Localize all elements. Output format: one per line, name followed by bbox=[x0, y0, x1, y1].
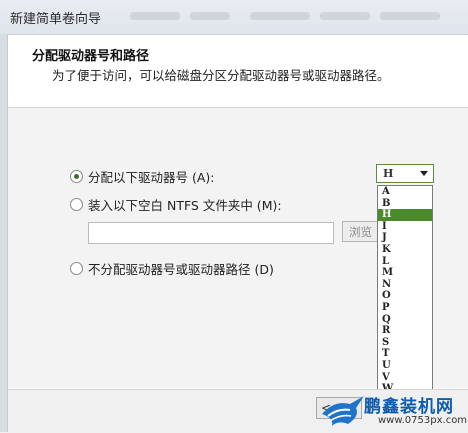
mount-folder-radio[interactable] bbox=[70, 198, 83, 211]
page-title: 分配驱动器号和路径 bbox=[32, 49, 150, 64]
blurred-title-segment bbox=[250, 12, 310, 20]
wizard-header: 分配驱动器号和路径 为了便于访问，可以给磁盘分区分配驱动器号或驱动器路径。 bbox=[8, 35, 468, 108]
page-subtitle: 为了便于访问，可以给磁盘分区分配驱动器号或驱动器路径。 bbox=[52, 68, 390, 83]
drive-letter-select[interactable]: H bbox=[376, 164, 434, 183]
assign-letter-option[interactable]: 分配以下驱动器号 (A): bbox=[70, 167, 215, 186]
drive-letter-option[interactable]: H bbox=[378, 209, 432, 221]
drive-letter-option[interactable]: B bbox=[378, 198, 432, 210]
drive-letter-option[interactable]: A bbox=[378, 186, 432, 198]
drive-letter-option[interactable]: R bbox=[378, 325, 432, 337]
drive-letter-option[interactable]: M bbox=[378, 267, 432, 279]
drive-letter-option[interactable]: S bbox=[378, 337, 432, 349]
drive-letter-option[interactable]: U bbox=[378, 360, 432, 372]
watermark-name: 鹏鑫装机网 bbox=[364, 397, 454, 417]
blurred-title-segment bbox=[380, 12, 440, 20]
drive-letter-option[interactable]: K bbox=[378, 244, 432, 256]
drive-letter-option[interactable]: J bbox=[378, 232, 432, 244]
drive-letter-value: H bbox=[383, 167, 394, 180]
no-assign-label: 不分配驱动器号或驱动器路径 (D) bbox=[88, 262, 274, 277]
drive-letter-option[interactable]: Q bbox=[378, 314, 432, 326]
no-assign-radio[interactable] bbox=[70, 262, 83, 275]
drive-letter-option[interactable]: P bbox=[378, 302, 432, 314]
watermark-url: www.0753px.com bbox=[378, 415, 468, 426]
blurred-title-segment bbox=[130, 12, 180, 20]
chevron-down-icon[interactable] bbox=[420, 171, 428, 176]
window-title: 新建简单卷向导 bbox=[10, 12, 102, 27]
blurred-title-segment bbox=[320, 12, 370, 20]
mount-folder-label: 装入以下空白 NTFS 文件夹中 (M): bbox=[88, 198, 282, 213]
title-bar: 新建简单卷向导 bbox=[0, 0, 468, 35]
no-assign-option[interactable]: 不分配驱动器号或驱动器路径 (D) bbox=[70, 259, 274, 278]
drive-letter-option[interactable]: N bbox=[378, 279, 432, 291]
drive-letter-option[interactable]: O bbox=[378, 290, 432, 302]
site-watermark: 鹏鑫装机网 www.0753px.com bbox=[320, 392, 468, 432]
assign-letter-radio[interactable] bbox=[70, 170, 83, 183]
assign-letter-label: 分配以下驱动器号 (A): bbox=[88, 170, 215, 185]
blurred-title-segment bbox=[190, 12, 230, 20]
wizard-window: 新建简单卷向导 分配驱动器号和路径 为了便于访问，可以给磁盘分区分配驱动器号或驱… bbox=[0, 0, 468, 433]
mount-folder-option[interactable]: 装入以下空白 NTFS 文件夹中 (M): bbox=[70, 195, 282, 214]
drive-letter-option[interactable]: T bbox=[378, 348, 432, 360]
folder-path-input[interactable] bbox=[88, 222, 334, 244]
bird-logo-icon bbox=[322, 396, 364, 426]
drive-letter-option[interactable]: L bbox=[378, 256, 432, 268]
drive-letter-option[interactable]: V bbox=[378, 372, 432, 384]
window-left-frame bbox=[0, 34, 8, 432]
drive-letter-option[interactable]: I bbox=[378, 221, 432, 233]
